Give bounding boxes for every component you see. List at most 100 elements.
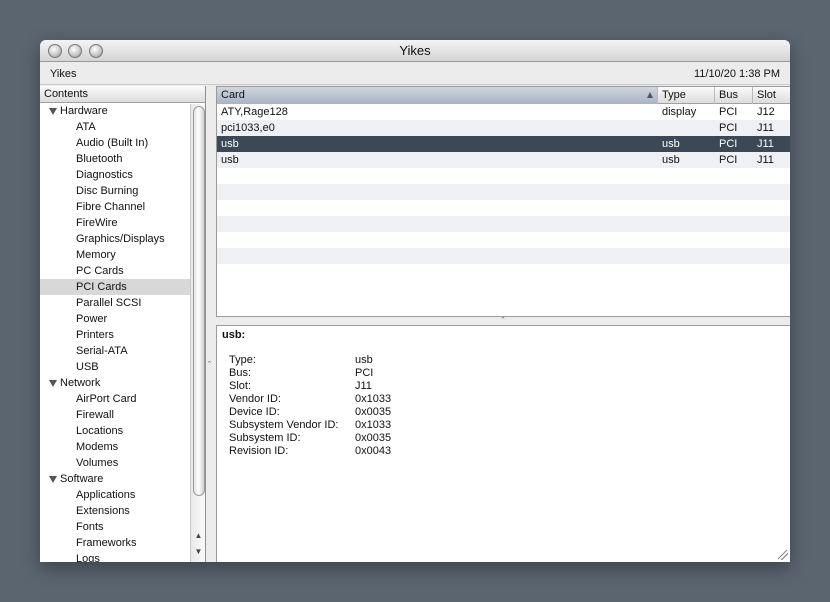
table-header: Card Type Bus Slot [217,87,790,104]
disclosure-triangle-icon[interactable] [49,380,57,387]
title-bar[interactable]: Yikes [40,40,790,62]
table-cell-slot: J11 [757,154,774,166]
detail-field: Bus: PCI [229,367,373,380]
scroll-up-icon[interactable]: ▲ [191,528,205,544]
sort-ascending-icon [647,92,653,98]
table-row [217,216,790,232]
field-label: Slot: [229,380,252,392]
table-row[interactable]: ATY,Rage128 display PCI J12 [217,104,790,120]
sidebar-item[interactable]: Fibre Channel [40,199,205,215]
resize-grip-icon[interactable] [778,550,788,560]
sidebar-item[interactable]: Serial-ATA [40,343,205,359]
sidebar-group-network[interactable]: Network [40,375,205,391]
table-cell-slot: J11 [757,122,774,134]
contents-tree: Hardware ATA Audio (Built In) Bluetooth Diag… [40,103,205,562]
sidebar-item[interactable]: ATA [40,119,205,135]
scroll-down-icon[interactable]: ▼ [191,544,205,560]
field-label: Subsystem ID: [229,432,301,444]
sidebar-item[interactable]: Parallel SCSI [40,295,205,311]
window-title: Yikes [399,43,431,58]
table-row [217,248,790,264]
sidebar-item[interactable]: FireWire [40,215,205,231]
sidebar-item[interactable]: Fonts [40,519,205,535]
table-cell-card: ATY,Rage128 [221,106,288,118]
sidebar-item[interactable]: Graphics/Displays [40,231,205,247]
sidebar-item[interactable]: Printers [40,327,205,343]
sidebar-split-handle[interactable]: ˆ [207,86,216,562]
scrollbar-thumb[interactable] [193,106,205,496]
field-label: Vendor ID: [229,393,281,405]
table-row [217,200,790,216]
table-cell-card: usb [221,154,239,166]
field-value: 0x0035 [355,406,392,418]
table-row[interactable]: usb usb PCI J11 [217,136,790,152]
sidebar-item[interactable]: USB [40,359,205,375]
field-value: 0x1033 [355,393,392,405]
detail-field: Vendor ID: 0x1033 [229,393,391,406]
split-grip-icon: ˆ [208,360,211,370]
table-cell-bus: PCI [719,138,738,150]
sidebar-group-label: Hardware [60,105,108,117]
table-cell-type: usb [662,138,680,150]
sidebar-item[interactable]: PC Cards [40,263,205,279]
table-row[interactable]: pci1033,e0 PCI J11 [217,120,790,136]
table-cell-card: pci1033,e0 [221,122,275,134]
detail-pane: usb: Type: usb Bus: PCI Slot: J11 Vendor ID: 0x… [216,325,790,562]
field-value: 0x0035 [355,432,392,444]
field-value: 0x1033 [355,419,392,431]
column-header-card[interactable]: Card [217,87,658,104]
field-label: Device ID: [229,406,280,418]
sidebar-item[interactable]: Audio (Built In) [40,135,205,151]
sidebar-item[interactable]: Power [40,311,205,327]
table-cell-slot: J12 [757,106,775,118]
field-value: J11 [355,380,372,392]
field-value: PCI [355,367,374,379]
table-cell-slot: J11 [757,138,774,150]
pane-split-handle[interactable]: ˆ [216,317,790,326]
sidebar-item[interactable]: Applications [40,487,205,503]
detail-field: Device ID: 0x0035 [229,406,391,419]
timestamp: 11/10/20 1:38 PM [693,68,780,80]
field-label: Revision ID: [229,445,289,457]
sidebar-item[interactable]: Logs [40,551,205,562]
table-cell-card: usb [221,138,239,150]
detail-title: usb: [222,329,246,341]
sidebar-group-hardware[interactable]: Hardware [40,103,205,119]
sidebar-scrollbar[interactable]: ▲ ▼ [190,104,205,562]
table-row[interactable]: usb usb PCI J11 [217,152,790,168]
detail-field: Subsystem ID: 0x0035 [229,432,391,445]
sidebar-item[interactable]: PCI Cards [40,279,205,295]
disclosure-triangle-icon[interactable] [49,108,57,115]
field-value: 0x0043 [355,445,392,457]
sidebar-item[interactable]: Locations [40,423,205,439]
close-button[interactable] [48,44,62,58]
sidebar-item[interactable]: Diagnostics [40,167,205,183]
sidebar-item[interactable]: Modems [40,439,205,455]
sidebar-group-label: Network [60,377,101,389]
sidebar-group-software[interactable]: Software [40,471,205,487]
field-label: Type: [229,354,256,366]
column-header-type[interactable]: Type [658,87,715,104]
disclosure-triangle-icon[interactable] [49,476,57,483]
table-row [217,168,790,184]
sidebar-item[interactable]: Extensions [40,503,205,519]
sidebar-item[interactable]: Disc Burning [40,183,205,199]
sidebar-item[interactable]: Firewall [40,407,205,423]
cards-table: Card Type Bus Slot ATY,Rage128 display PCI… [216,86,790,317]
app-window: Yikes Yikes 11/10/20 1:38 PM Contents Ha… [40,40,790,562]
sidebar-item[interactable]: Frameworks [40,535,205,551]
sidebar-item[interactable]: Bluetooth [40,151,205,167]
column-header-bus[interactable]: Bus [715,87,753,104]
table-row [217,184,790,200]
table-cell-bus: PCI [719,122,738,134]
detail-field: Subsystem Vendor ID: 0x1033 [229,419,391,432]
zoom-button[interactable] [89,44,103,58]
table-cell-bus: PCI [719,154,738,166]
sidebar-group-label: Software [60,473,104,485]
sidebar-item[interactable]: Volumes [40,455,205,471]
column-header-slot[interactable]: Slot [753,87,790,104]
sidebar-item[interactable]: Memory [40,247,205,263]
info-bar: Yikes 11/10/20 1:38 PM [40,63,790,85]
sidebar-item[interactable]: AirPort Card [40,391,205,407]
minimize-button[interactable] [68,44,82,58]
